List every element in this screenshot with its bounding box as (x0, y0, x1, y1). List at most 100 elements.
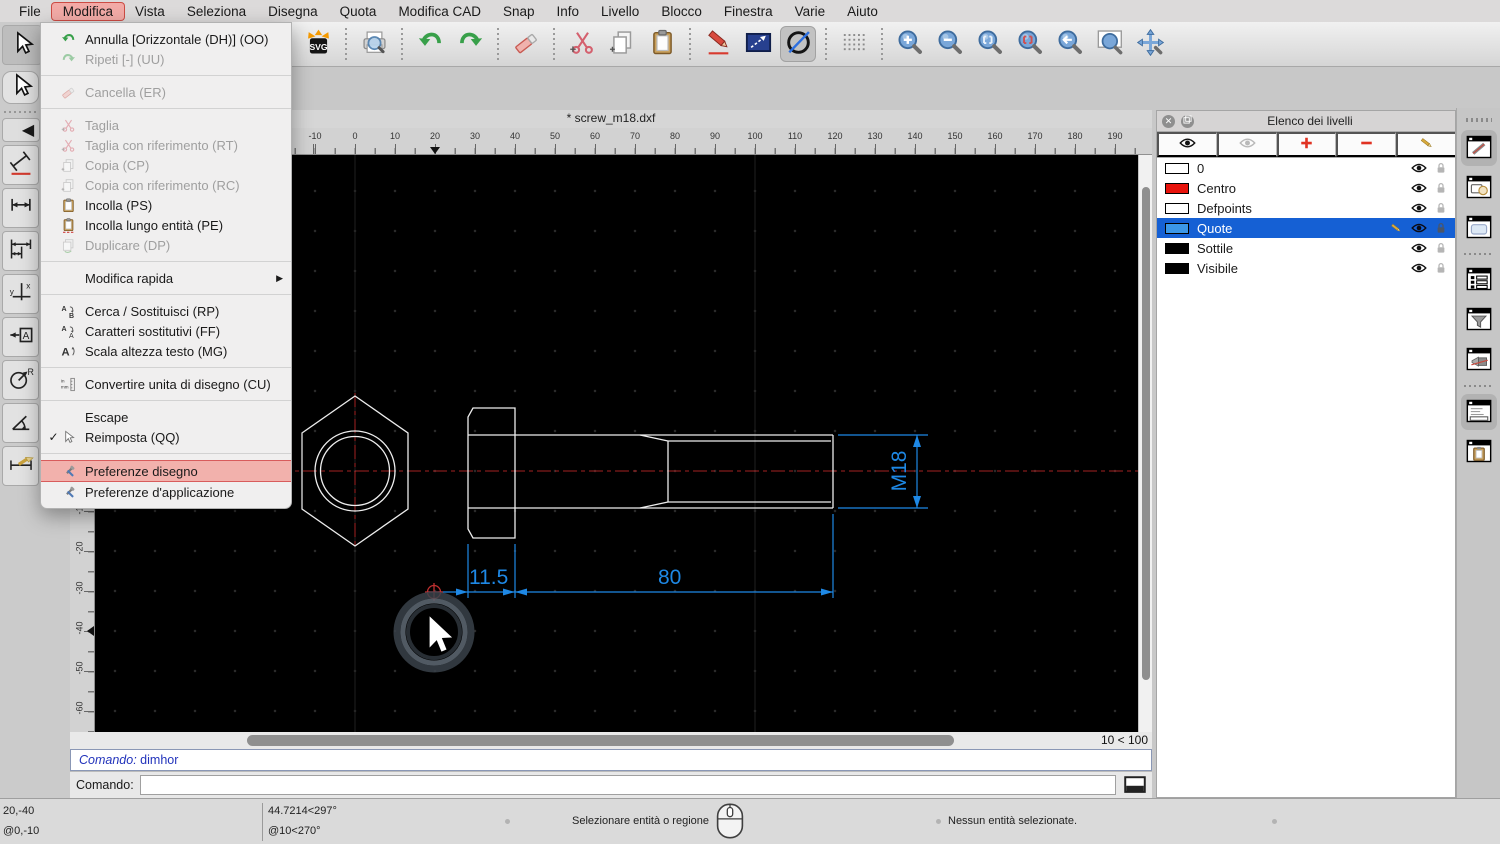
dim-horizontal-button[interactable] (2, 188, 39, 228)
erase-button[interactable] (508, 26, 544, 62)
zoom-redraw-button[interactable] (1052, 26, 1088, 62)
menu-item-ripeti-uu[interactable]: Ripeti [-] (UU) (41, 49, 291, 69)
vertical-scrollbar-thumb[interactable] (1142, 187, 1150, 680)
command-line-panel-toggle-button[interactable] (1460, 394, 1497, 430)
dim-regenerate-button[interactable] (2, 446, 39, 486)
menubar-item-blocco[interactable]: Blocco (650, 3, 713, 20)
menu-item-cerca-sostituisci-rp[interactable]: AB Cerca / Sostituisci (RP) (41, 301, 291, 321)
layer-lock-icon[interactable] (1435, 222, 1447, 234)
command-input[interactable] (139, 775, 1116, 795)
close-panel-button[interactable]: ✕ (1162, 114, 1175, 128)
menu-item-scala-altezza-testo-mg[interactable]: A Scala altezza testo (MG) (41, 341, 291, 361)
menubar-item-disegna[interactable]: Disegna (257, 3, 329, 20)
select-tool-button[interactable] (2, 25, 42, 65)
dim-ordinate-button[interactable]: xy (2, 274, 39, 314)
dim-angular-button[interactable] (2, 403, 39, 443)
layer-lock-icon[interactable] (1435, 242, 1447, 254)
paste-button[interactable] (644, 26, 680, 62)
layer-row-visibile[interactable]: Visibile (1157, 258, 1455, 278)
show-all-layers-button[interactable] (1157, 132, 1217, 157)
dim-leader-button[interactable]: A (2, 317, 39, 357)
horizontal-scrollbar[interactable]: 10 < 100 (70, 732, 1152, 749)
horizontal-scrollbar-thumb[interactable] (247, 735, 954, 746)
draw-pencil-button[interactable] (700, 26, 736, 62)
library-browser-toggle-button[interactable] (1461, 210, 1497, 246)
distance-point-point-button[interactable] (740, 26, 776, 62)
zoom-window-button[interactable] (1092, 26, 1128, 62)
layer-row-0[interactable]: 0 (1157, 158, 1455, 178)
dock-handle[interactable] (1465, 118, 1492, 122)
menu-item-escape[interactable]: Escape (41, 407, 291, 427)
menubar-item-aiuto[interactable]: Aiuto (836, 3, 889, 20)
menu-item-preferenze-d-applicazione[interactable]: Preferenze d'applicazione (41, 482, 291, 502)
menu-item-cancella-er[interactable]: Cancella (ER) (41, 82, 291, 102)
menu-item-incolla-lungo-entit-pe[interactable]: Incolla lungo entità (PE) (41, 215, 291, 235)
clipboard-panel-toggle-button[interactable] (1461, 434, 1497, 470)
layer-color-swatch[interactable] (1165, 202, 1189, 214)
layer-visibility-icon[interactable] (1411, 182, 1428, 194)
menubar-item-snap[interactable]: Snap (492, 3, 546, 20)
edit-layer-button[interactable] (1396, 132, 1455, 157)
menu-item-duplicare-dp[interactable]: Duplicare (DP) (41, 235, 291, 255)
menu-item-taglia[interactable]: Taglia (41, 115, 291, 135)
vertical-scrollbar[interactable] (1138, 155, 1152, 732)
menu-item-incolla-ps[interactable]: Incolla (PS) (41, 195, 291, 215)
menu-item-caratteri-sostitutivi-ff[interactable]: AA Caratteri sostitutivi (FF) (41, 321, 291, 341)
menubar-item-livello[interactable]: Livello (590, 3, 650, 20)
layer-color-swatch[interactable] (1165, 222, 1189, 234)
layer-lock-icon[interactable] (1435, 162, 1447, 174)
svg-export-button[interactable]: SVG (300, 26, 336, 62)
undo-button[interactable] (412, 26, 448, 62)
layer-visibility-icon[interactable] (1411, 242, 1428, 254)
remove-layer-button[interactable] (1336, 132, 1397, 157)
layer-row-centro[interactable]: Centro (1157, 178, 1455, 198)
command-trigger-toggle-button[interactable] (1461, 342, 1497, 378)
select-options-tool-button[interactable] (2, 71, 39, 104)
menu-item-preferenze-disegno[interactable]: Preferenze disegno (41, 460, 291, 482)
layer-color-swatch[interactable] (1165, 242, 1189, 254)
menu-item-copia-con-riferimento-rc[interactable]: Copia con riferimento (RC) (41, 175, 291, 195)
menubar-item-finestra[interactable]: Finestra (713, 3, 784, 20)
grid-toggle-button[interactable] (836, 26, 872, 62)
block-list-toggle-button[interactable] (1461, 170, 1497, 206)
layer-lock-icon[interactable] (1435, 202, 1447, 214)
layer-color-swatch[interactable] (1165, 162, 1189, 174)
layer-visibility-icon[interactable] (1411, 262, 1428, 274)
zoom-pan-button[interactable] (1132, 26, 1168, 62)
layer-lock-icon[interactable] (1435, 182, 1447, 194)
layer-visibility-icon[interactable] (1411, 162, 1428, 174)
menubar-item-quota[interactable]: Quota (329, 3, 388, 20)
redo-button[interactable] (452, 26, 488, 62)
print-preview-button[interactable] (356, 26, 392, 62)
layer-row-defpoints[interactable]: Defpoints (1157, 198, 1455, 218)
zoom-in-button[interactable] (892, 26, 928, 62)
menubar-item-varie[interactable]: Varie (784, 3, 837, 20)
layer-visibility-icon[interactable] (1411, 202, 1428, 214)
dim-aligned-button[interactable] (2, 145, 39, 185)
layer-color-swatch[interactable] (1165, 262, 1189, 274)
dim-radial-button[interactable]: R (2, 360, 39, 400)
layer-list-toggle-button[interactable] (1461, 262, 1497, 298)
layer-row-quote[interactable]: Quote (1157, 218, 1455, 238)
menu-item-reimposta-qq[interactable]: ✓ Reimposta (QQ) (41, 427, 291, 447)
zoom-out-button[interactable] (932, 26, 968, 62)
dim-baseline-button[interactable] (2, 231, 39, 271)
collapse-toolbar-button[interactable]: ◀ (2, 118, 40, 142)
layer-color-swatch[interactable] (1165, 182, 1189, 194)
menubar-item-vista[interactable]: Vista (124, 3, 176, 20)
float-panel-button[interactable] (1181, 114, 1194, 128)
selection-filter-toggle-button[interactable] (1461, 302, 1497, 338)
menu-item-copia-cp[interactable]: Copia (CP) (41, 155, 291, 175)
layer-lock-icon[interactable] (1435, 262, 1447, 274)
zoom-previous-button[interactable] (1012, 26, 1048, 62)
menubar-item-seleziona[interactable]: Seleziona (176, 3, 257, 20)
menubar-item-modifica-cad[interactable]: Modifica CAD (387, 3, 492, 20)
keyboard-toggle-button[interactable] (1124, 776, 1146, 794)
menu-item-annulla-orizzontale-dh-oo[interactable]: Annulla [Orizzontale (DH)] (OO) (41, 29, 291, 49)
circle-diameter-button[interactable] (780, 26, 816, 62)
hide-all-layers-button[interactable] (1216, 132, 1277, 157)
menu-item-convertire-unita-di-disegno-cu[interactable]: in mm Convertire unita di disegno (CU) (41, 374, 291, 394)
layer-visibility-icon[interactable] (1411, 222, 1428, 234)
cut-button[interactable] (564, 26, 600, 62)
copy-button[interactable] (604, 26, 640, 62)
